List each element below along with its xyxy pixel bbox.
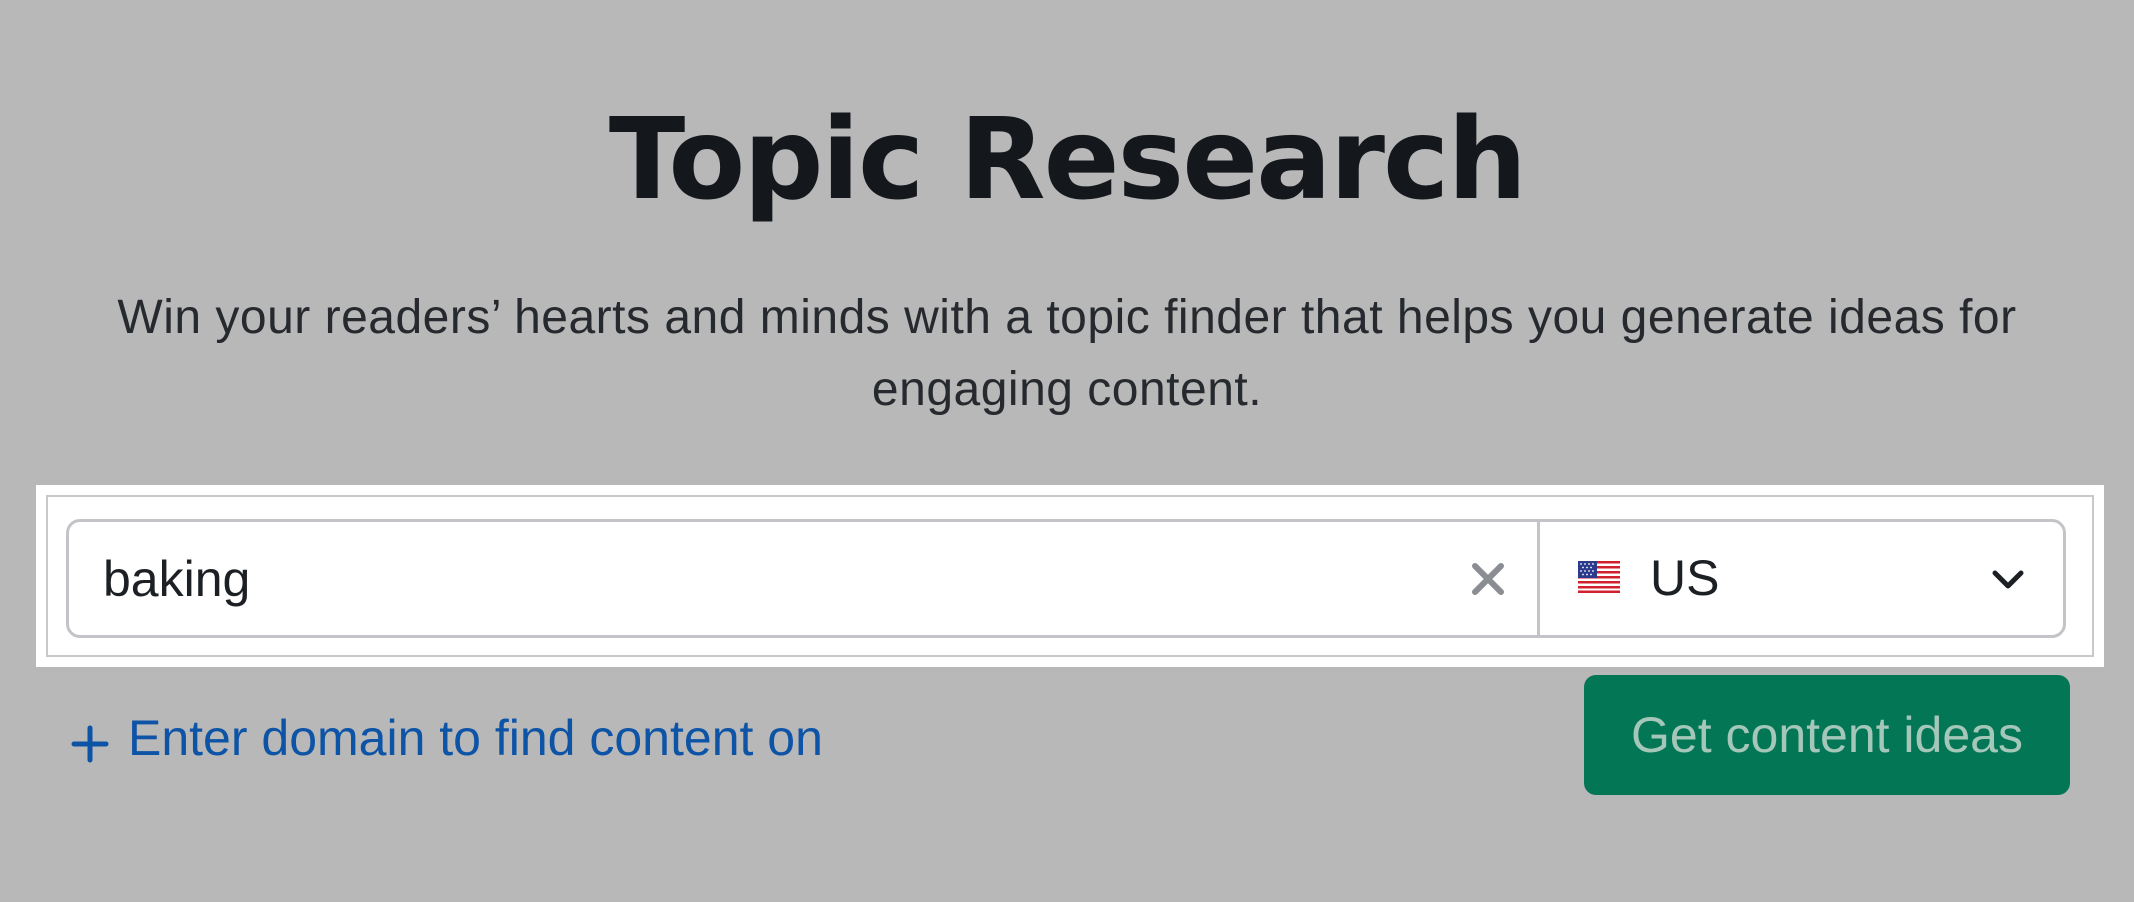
search-bar: US: [66, 519, 2066, 638]
page-title: Topic Research: [608, 95, 1527, 225]
country-select[interactable]: US: [1540, 522, 2063, 635]
country-label: US: [1650, 550, 1720, 606]
plus-icon: [70, 718, 110, 763]
topic-search-input[interactable]: [103, 522, 1483, 635]
get-content-ideas-button[interactable]: Get content ideas: [1584, 675, 2070, 795]
enter-domain-label: Enter domain to find content on: [128, 710, 823, 766]
enter-domain-link[interactable]: Enter domain to find content on: [70, 702, 823, 774]
close-icon[interactable]: [1459, 550, 1517, 608]
page-subtitle: Win your readers’ hearts and minds with …: [117, 291, 2017, 416]
chevron-down-icon: [1990, 562, 2026, 598]
us-flag-icon: [1578, 561, 1620, 593]
